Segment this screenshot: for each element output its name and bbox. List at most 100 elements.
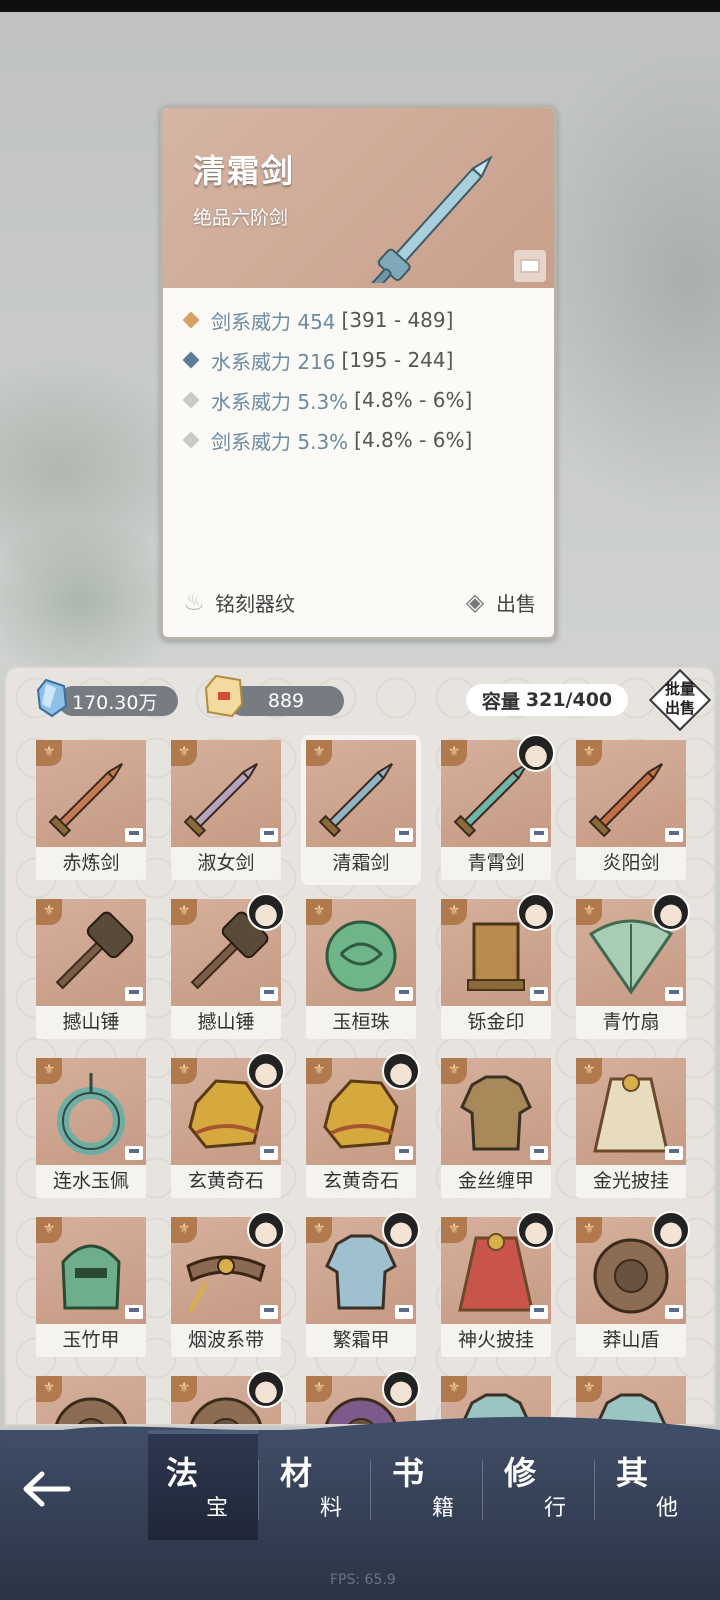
- stat-range: [4.8% - 6%]: [354, 388, 473, 412]
- tab-books[interactable]: 书 籍: [374, 1430, 484, 1540]
- diamond-icon: [182, 351, 200, 369]
- equipped-by-avatar: [247, 1052, 285, 1090]
- stat-range: [391 - 489]: [341, 308, 454, 332]
- lock-icon: [125, 987, 143, 1001]
- item-type-icon: ⚜: [576, 1058, 602, 1084]
- item-name: 烟波系带: [187, 1329, 264, 1351]
- inventory-slot[interactable]: ⚜ 炎阳剑: [576, 740, 686, 880]
- equipped-by-avatar: [652, 1211, 690, 1249]
- tab-label: 修: [504, 1454, 537, 1492]
- item-name: 神火披挂: [457, 1329, 534, 1351]
- item-name: 青霄剑: [467, 852, 525, 874]
- lock-icon: [395, 1305, 413, 1319]
- lock-icon: [665, 987, 683, 1001]
- inventory-slot[interactable]: ⚜ 撼山锤: [171, 893, 285, 1039]
- inventory-slot[interactable]: ⚜ 玄黄奇石: [171, 1052, 285, 1198]
- back-arrow-icon[interactable]: [16, 1464, 76, 1514]
- item-type-icon: ⚜: [306, 899, 332, 925]
- lock-icon: [125, 828, 143, 842]
- item-type-icon: ⚜: [171, 1217, 197, 1243]
- capacity-value: 321/400: [525, 689, 613, 711]
- item-name: 莽山盾: [602, 1329, 660, 1351]
- lock-icon: [530, 987, 548, 1001]
- lock-icon: [260, 1305, 278, 1319]
- engrave-button[interactable]: ♨ 铭刻器纹: [181, 587, 295, 617]
- inventory-slot[interactable]: ⚜ 莽山盾: [576, 1211, 690, 1357]
- item-type-icon: ⚜: [171, 899, 197, 925]
- item-name: 金丝缠甲: [457, 1170, 534, 1192]
- status-bar: [0, 0, 720, 12]
- inventory-slot[interactable]: ⚜ 清霜剑: [303, 737, 419, 883]
- inventory-slot[interactable]: ⚜ 玉竹甲: [36, 1217, 146, 1357]
- equipped-by-avatar: [382, 1370, 420, 1408]
- equipped-by-avatar: [517, 734, 555, 772]
- inventory-slot[interactable]: ⚜ 连水玉佩: [36, 1058, 146, 1198]
- inventory-slot[interactable]: ⚜ 玉桓珠: [306, 899, 416, 1039]
- inventory-slot[interactable]: ⚜ 青竹扇: [576, 893, 690, 1039]
- tab-sublabel: 籍: [432, 1496, 455, 1521]
- item-type-icon: ⚜: [171, 740, 197, 766]
- lock-icon: [260, 1146, 278, 1160]
- batch-sell-button[interactable]: 批量 出售: [648, 668, 712, 732]
- lock-icon: [665, 828, 683, 842]
- capacity-label: 容量: [481, 690, 520, 713]
- stat-row: 水系威力 5.3% [4.8% - 6%]: [181, 380, 472, 420]
- item-name: 淑女剑: [197, 852, 255, 874]
- inventory-slot[interactable]: ⚜ 铄金印: [441, 893, 555, 1039]
- spirit-stone-value: 170.30万: [72, 691, 158, 714]
- lock-icon: [260, 987, 278, 1001]
- inventory-slot[interactable]: ⚜ 赤炼剑: [36, 740, 146, 880]
- item-type-icon: ⚜: [306, 1058, 332, 1084]
- equipped-by-avatar: [517, 1211, 555, 1249]
- item-name: 赤炼剑: [62, 852, 120, 874]
- lock-icon: [395, 987, 413, 1001]
- item-name: 炎阳剑: [602, 852, 660, 874]
- tab-sublabel: 他: [656, 1496, 679, 1521]
- lock-icon: [395, 1146, 413, 1160]
- item-name: 清霜剑: [193, 152, 296, 190]
- item-grade: 绝品六阶剑: [193, 207, 289, 229]
- stat-row: 水系威力 216 [195 - 244]: [181, 340, 472, 380]
- lock-icon: [530, 828, 548, 842]
- inventory-slot[interactable]: ⚜ 金丝缠甲: [441, 1058, 551, 1198]
- inventory-slot[interactable]: ⚜ 金光披挂: [576, 1058, 686, 1198]
- tab-label: 书: [392, 1454, 425, 1492]
- stat-label: 水系威力 5.3%: [211, 389, 349, 414]
- item-type-icon: ⚜: [576, 740, 602, 766]
- inventory-panel: 170.30万 889 容量 321/400 批量 出售 ⚜ 赤炼剑 ⚜ 淑女剑 ⚜ 清霜…: [4, 666, 716, 1426]
- equipped-by-avatar: [247, 1370, 285, 1408]
- item-name: 清霜剑: [332, 852, 390, 874]
- item-name: 玉竹甲: [62, 1329, 120, 1351]
- sell-button[interactable]: ◈ 出售: [462, 587, 536, 617]
- inventory-slot[interactable]: ⚜ 烟波系带: [171, 1211, 285, 1357]
- stat-row: 剑系威力 5.3% [4.8% - 6%]: [181, 420, 472, 460]
- lock-button[interactable]: [514, 250, 546, 282]
- tab-cultivation[interactable]: 修 行: [486, 1430, 596, 1540]
- inventory-slot[interactable]: ⚜ 玄黄奇石: [306, 1052, 420, 1198]
- tab-materials[interactable]: 材 料: [262, 1430, 372, 1540]
- lock-icon: [530, 1146, 548, 1160]
- inventory-slot[interactable]: ⚜ 繁霜甲: [306, 1211, 420, 1357]
- lock-icon: [530, 1305, 548, 1319]
- engrave-label: 铭刻器纹: [215, 591, 295, 616]
- gold-counter: 889: [228, 686, 344, 716]
- tab-label: 材: [280, 1454, 313, 1492]
- coin-bag-icon: ◈: [465, 588, 485, 616]
- tab-other[interactable]: 其 他: [598, 1430, 708, 1540]
- item-type-icon: ⚜: [441, 1058, 467, 1084]
- diamond-icon: [182, 391, 200, 409]
- tab-sublabel: 行: [544, 1496, 567, 1521]
- stat-range: [195 - 244]: [341, 348, 454, 372]
- lock-icon: [260, 828, 278, 842]
- tab-treasure[interactable]: 法 宝: [148, 1430, 258, 1540]
- inventory-slot[interactable]: ⚜ 淑女剑: [171, 740, 281, 880]
- inventory-slot[interactable]: ⚜ 神火披挂: [441, 1211, 555, 1357]
- flame-icon: ♨: [183, 588, 205, 616]
- inventory-slot[interactable]: ⚜ 撼山锤: [36, 899, 146, 1039]
- batch-sell-line1: 批量: [664, 680, 695, 698]
- inventory-slot[interactable]: ⚜ 青霄剑: [441, 734, 555, 880]
- item-type-icon: ⚜: [441, 1376, 467, 1402]
- item-type-icon: ⚜: [576, 899, 602, 925]
- item-type-icon: ⚜: [36, 1376, 62, 1402]
- equipped-by-avatar: [247, 1211, 285, 1249]
